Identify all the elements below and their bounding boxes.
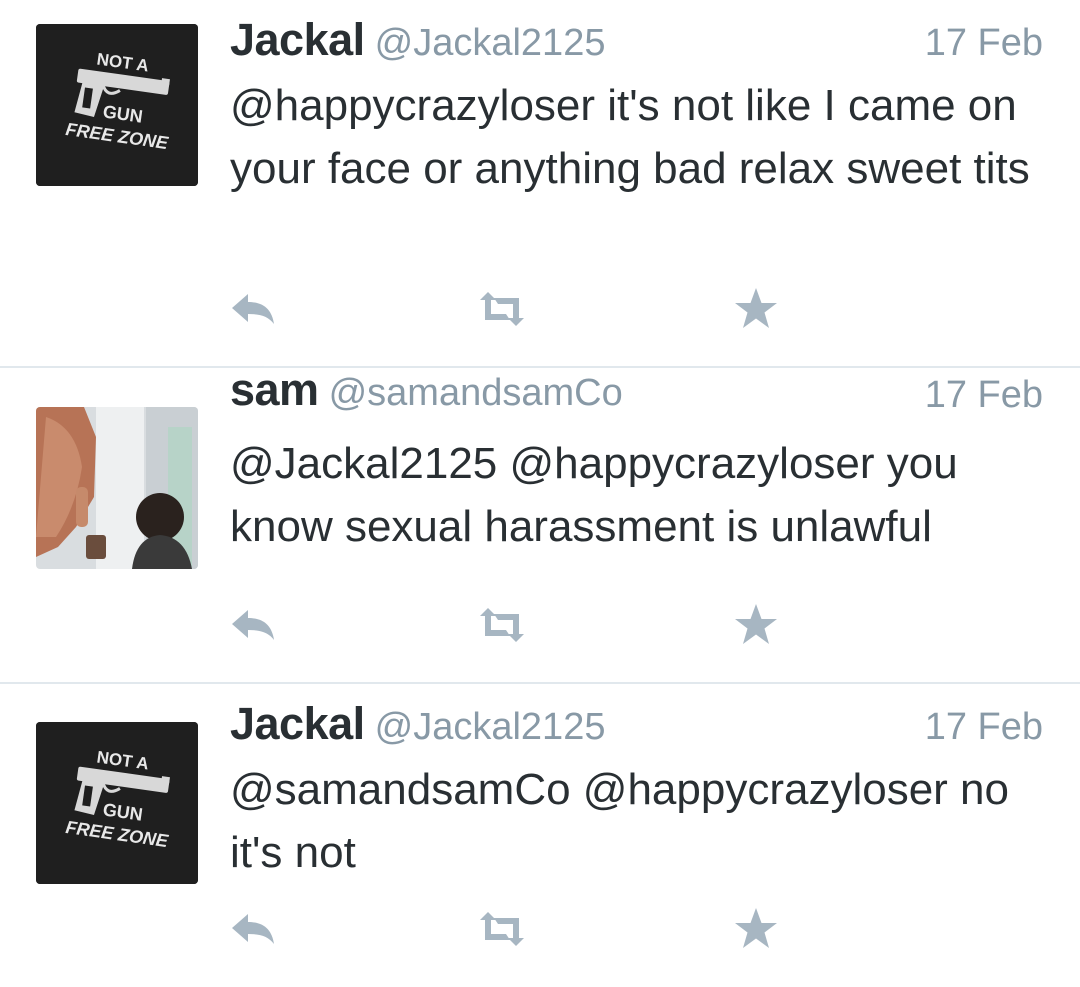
favorite-star-icon bbox=[735, 908, 777, 948]
retweet-icon bbox=[480, 608, 524, 642]
retweet-icon bbox=[480, 292, 524, 326]
avatar[interactable]: NOT A GUN FREE ZONE bbox=[36, 722, 198, 884]
photo-avatar-icon bbox=[36, 407, 198, 569]
favorite-button[interactable] bbox=[728, 904, 784, 954]
tweet-text: @Jackal2125 @happycrazyloser you know se… bbox=[230, 439, 958, 551]
display-name[interactable]: Jackal bbox=[230, 14, 365, 65]
avatar[interactable]: NOT A GUN FREE ZONE bbox=[36, 24, 198, 186]
avatar[interactable] bbox=[36, 407, 198, 569]
tweet-text: @samandsamCo @happycrazyloser no it's no… bbox=[230, 765, 1010, 877]
retweet-button[interactable] bbox=[474, 904, 530, 954]
user-handle[interactable]: @Jackal2125 bbox=[375, 22, 606, 64]
tweet-header: Jackal @Jackal2125 bbox=[230, 14, 605, 66]
tweet-header: sam @samandsamCo bbox=[230, 364, 623, 416]
display-name[interactable]: sam bbox=[230, 364, 319, 415]
tweet-actions bbox=[228, 284, 788, 334]
favorite-star-icon bbox=[735, 604, 777, 644]
reply-button[interactable] bbox=[228, 284, 284, 334]
tweet-actions bbox=[228, 600, 788, 650]
display-name[interactable]: Jackal bbox=[230, 698, 365, 749]
reply-icon bbox=[232, 914, 274, 944]
favorite-button[interactable] bbox=[728, 284, 784, 334]
tweet-date[interactable]: 17 Feb bbox=[925, 374, 1043, 417]
tweet-date[interactable]: 17 Feb bbox=[925, 706, 1043, 749]
user-handle[interactable]: @samandsamCo bbox=[329, 372, 623, 414]
tweet[interactable]: NOT A GUN FREE ZONE Jackal @Jackal2125 17… bbox=[0, 684, 1080, 987]
gun-logo-icon: NOT A GUN FREE ZONE bbox=[36, 24, 198, 186]
reply-button[interactable] bbox=[228, 600, 284, 650]
favorite-star-icon bbox=[735, 288, 777, 328]
favorite-button[interactable] bbox=[728, 600, 784, 650]
gun-logo-icon: NOT A GUN FREE ZONE bbox=[36, 722, 198, 884]
tweet[interactable]: NOT A GUN FREE ZONE Jackal @Jackal2125 17… bbox=[0, 0, 1080, 368]
tweet-date[interactable]: 17 Feb bbox=[925, 22, 1043, 65]
reply-button[interactable] bbox=[228, 904, 284, 954]
retweet-button[interactable] bbox=[474, 284, 530, 334]
reply-icon bbox=[232, 294, 274, 324]
reply-icon bbox=[232, 610, 274, 640]
tweet-actions bbox=[228, 904, 788, 954]
retweet-icon bbox=[480, 912, 524, 946]
user-handle[interactable]: @Jackal2125 bbox=[375, 706, 606, 748]
tweet[interactable]: sam @samandsamCo 17 Feb @Jackal2125 @happ… bbox=[0, 364, 1080, 684]
tweet-text: @happycrazyloser it's not like I came on… bbox=[230, 81, 1030, 193]
tweet-header: Jackal @Jackal2125 bbox=[230, 698, 605, 750]
retweet-button[interactable] bbox=[474, 600, 530, 650]
